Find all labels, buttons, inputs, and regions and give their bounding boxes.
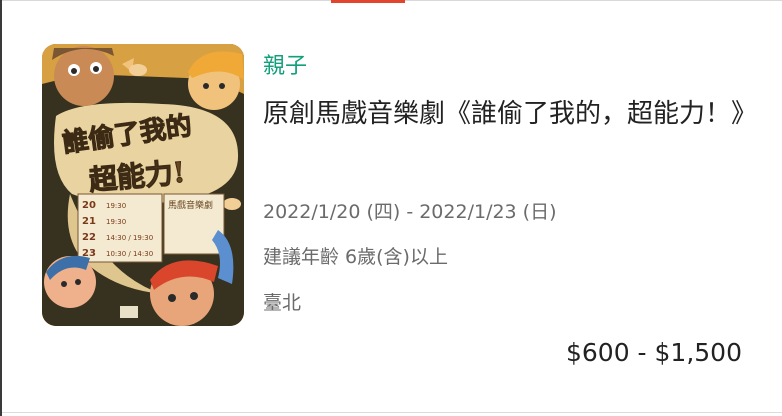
event-age-recommendation: 建議年齡 6歲(含)以上 — [263, 246, 448, 268]
poster-schedule-day: 21 — [82, 216, 96, 227]
event-price-range: $600 - $1,500 — [565, 338, 742, 367]
event-card[interactable]: 誰偷了我的 超能力! 20 19:30 21 19:30 22 14:30 / … — [2, 1, 782, 412]
poster-schedule-times: 19:30 — [106, 202, 126, 210]
poster-schedule-times: 14:30 / 19:30 — [106, 234, 153, 242]
poster-schedule-times: 19:30 — [106, 218, 126, 226]
card-divider — [2, 412, 782, 413]
event-poster-image[interactable]: 誰偷了我的 超能力! 20 19:30 21 19:30 22 14:30 / … — [42, 44, 244, 326]
event-date-range: 2022/1/20 (四) - 2022/1/23 (日) — [263, 201, 557, 223]
event-category-label: 親子 — [263, 54, 308, 79]
poster-schedule-day: 22 — [82, 232, 96, 243]
poster-schedule-day: 20 — [82, 200, 96, 211]
event-venue: 臺北 — [263, 292, 302, 314]
event-title[interactable]: 原創馬戲音樂劇《誰偷了我的，超能力！》 — [263, 92, 757, 136]
poster-schedule-times: 10:30 / 14:30 — [106, 250, 153, 258]
poster-subtitle: 馬戲音樂劇 — [168, 199, 213, 211]
